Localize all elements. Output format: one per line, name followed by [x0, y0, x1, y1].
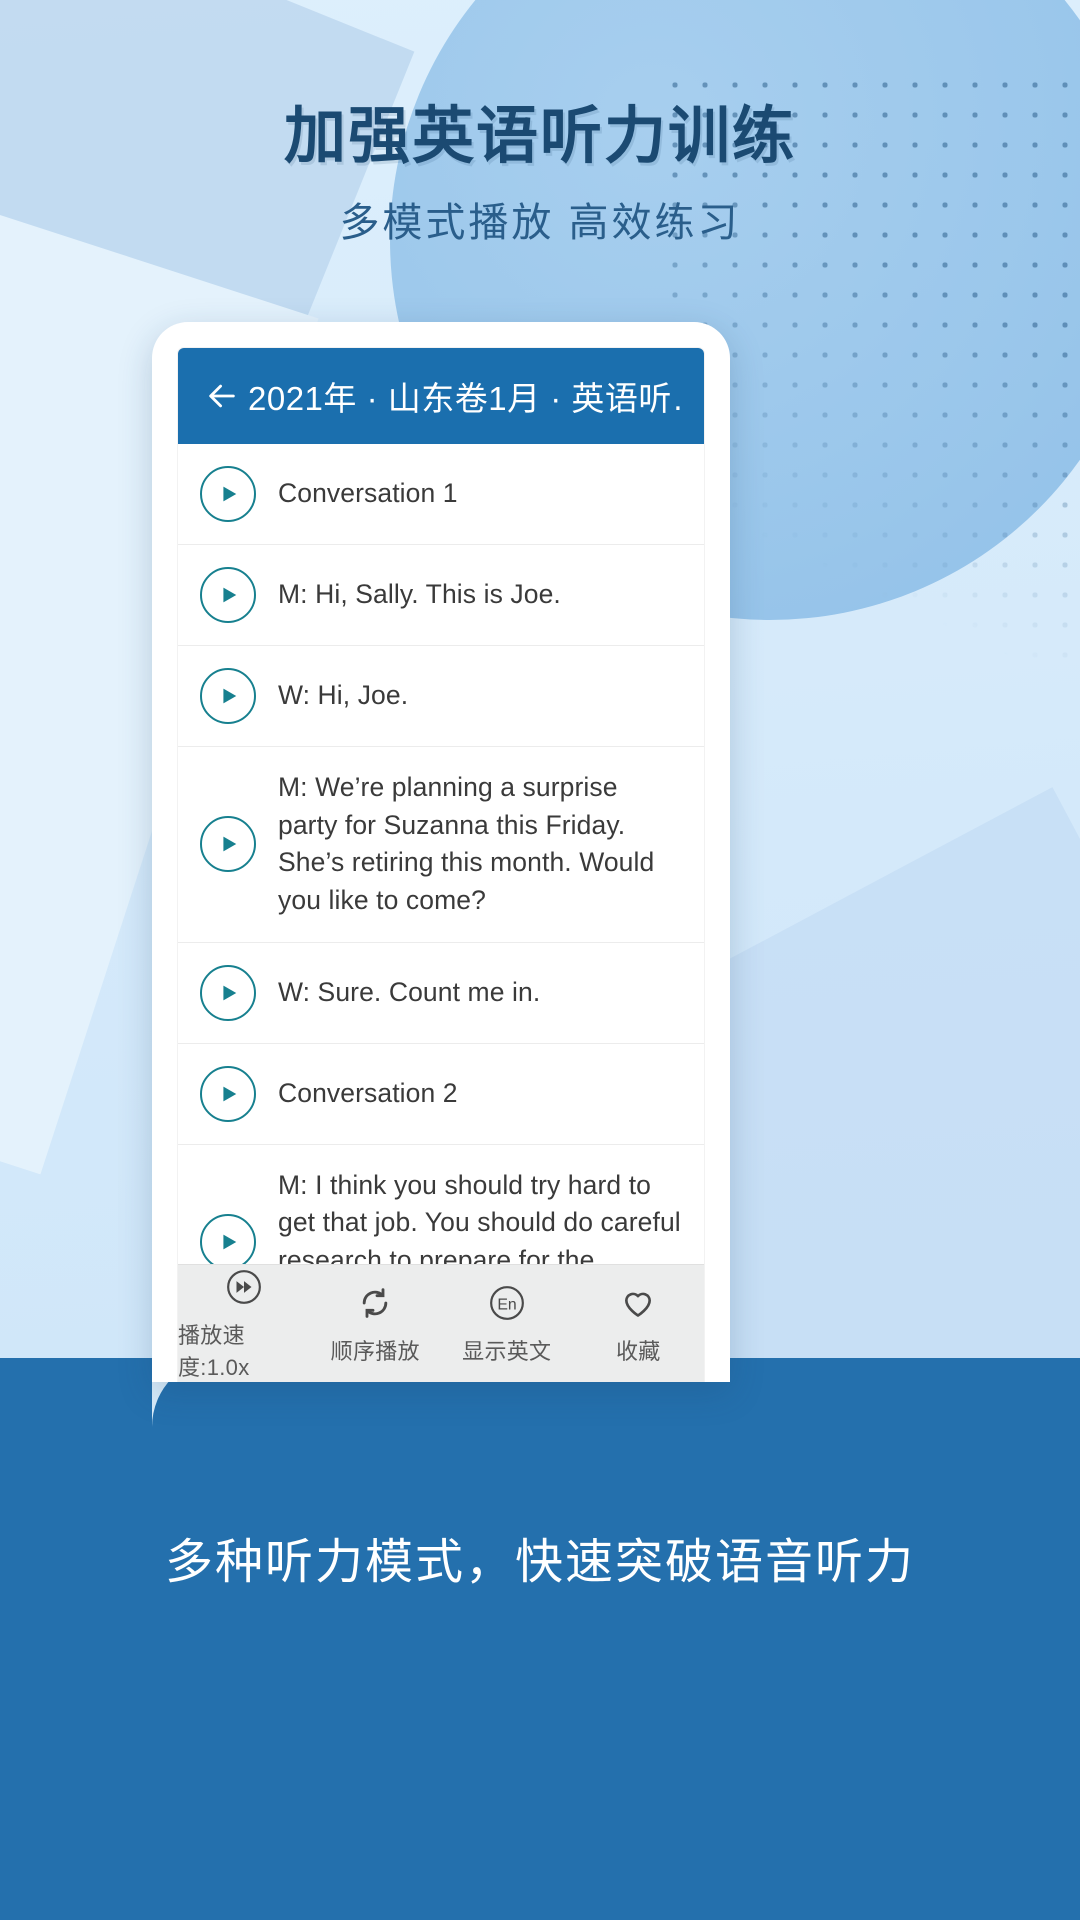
- play-order-label: 顺序播放: [330, 1339, 420, 1364]
- list-item-text: W: Sure. Count me in.: [278, 976, 541, 1007]
- bottom-banner: 多种听力模式，快速突破语音听力: [0, 1357, 1080, 1920]
- playback-speed-button[interactable]: 播放速度:1.0x: [178, 1265, 310, 1382]
- phone-mockup: 2021年 · 山东卷1月 · 英语听… Conversation 1 M: H…: [152, 322, 730, 1382]
- svg-text:En: En: [497, 1297, 516, 1314]
- promo-screen: 加强英语听力训练 多模式播放 高效练习 2021年 · 山东卷1月 · 英语听…: [0, 0, 1080, 1920]
- fast-forward-icon: [222, 1265, 266, 1309]
- list-item-text: Conversation 2: [278, 1077, 458, 1108]
- list-item-text: Conversation 1: [278, 478, 458, 509]
- loop-repeat-icon: [353, 1281, 397, 1325]
- hero-section: 加强英语听力训练 多模式播放 高效练习: [0, 104, 1080, 248]
- back-arrow-icon[interactable]: [196, 370, 248, 422]
- playback-speed-label: 播放速度:1.0x: [178, 1323, 250, 1380]
- list-item[interactable]: W: Hi, Joe.: [178, 646, 704, 747]
- player-toolbar: 播放速度:1.0x 顺序播放 En 显示英文 收藏: [178, 1264, 704, 1382]
- list-item[interactable]: Conversation 2: [178, 1044, 704, 1145]
- app-screen: 2021年 · 山东卷1月 · 英语听… Conversation 1 M: H…: [178, 348, 704, 1382]
- favorite-label: 收藏: [615, 1339, 661, 1364]
- list-item-text: W: Hi, Joe.: [278, 680, 409, 711]
- list-item[interactable]: W: Sure. Count me in.: [178, 943, 704, 1044]
- play-icon[interactable]: [200, 567, 256, 623]
- list-item-text: M: I think you should try hard to get th…: [278, 1169, 681, 1265]
- favorite-button[interactable]: 收藏: [573, 1281, 705, 1366]
- heart-favorite-icon: [616, 1281, 660, 1325]
- play-icon[interactable]: [200, 466, 256, 522]
- play-order-button[interactable]: 顺序播放: [310, 1281, 442, 1366]
- list-item-text: M: Hi, Sally. This is Joe.: [278, 579, 561, 610]
- play-icon[interactable]: [200, 816, 256, 873]
- play-icon[interactable]: [200, 964, 256, 1021]
- play-icon[interactable]: [200, 1065, 256, 1122]
- show-english-label: 显示英文: [462, 1339, 552, 1364]
- hero-title: 加强英语听力训练: [283, 102, 796, 171]
- show-english-button[interactable]: En 显示英文: [441, 1281, 573, 1366]
- transcript-list[interactable]: Conversation 1 M: Hi, Sally. This is Joe…: [178, 444, 704, 1264]
- banner-text: 多种听力模式，快速突破语音听力: [164, 1536, 915, 1589]
- play-icon[interactable]: [200, 668, 256, 724]
- app-header-bar: 2021年 · 山东卷1月 · 英语听…: [178, 348, 704, 444]
- english-en-icon: En: [485, 1281, 529, 1325]
- list-item[interactable]: Conversation 1: [178, 444, 704, 545]
- list-item[interactable]: M: We’re planning a surprise party for S…: [178, 747, 704, 943]
- app-header-title: 2021年 · 山东卷1月 · 英语听…: [248, 380, 686, 417]
- list-item[interactable]: M: Hi, Sally. This is Joe.: [178, 545, 704, 646]
- hero-subtitle: 多模式播放 高效练习: [339, 200, 741, 245]
- list-item-text: M: We’re planning a surprise party for S…: [278, 772, 655, 915]
- play-icon[interactable]: [200, 1213, 256, 1264]
- list-item[interactable]: M: I think you should try hard to get th…: [178, 1145, 704, 1265]
